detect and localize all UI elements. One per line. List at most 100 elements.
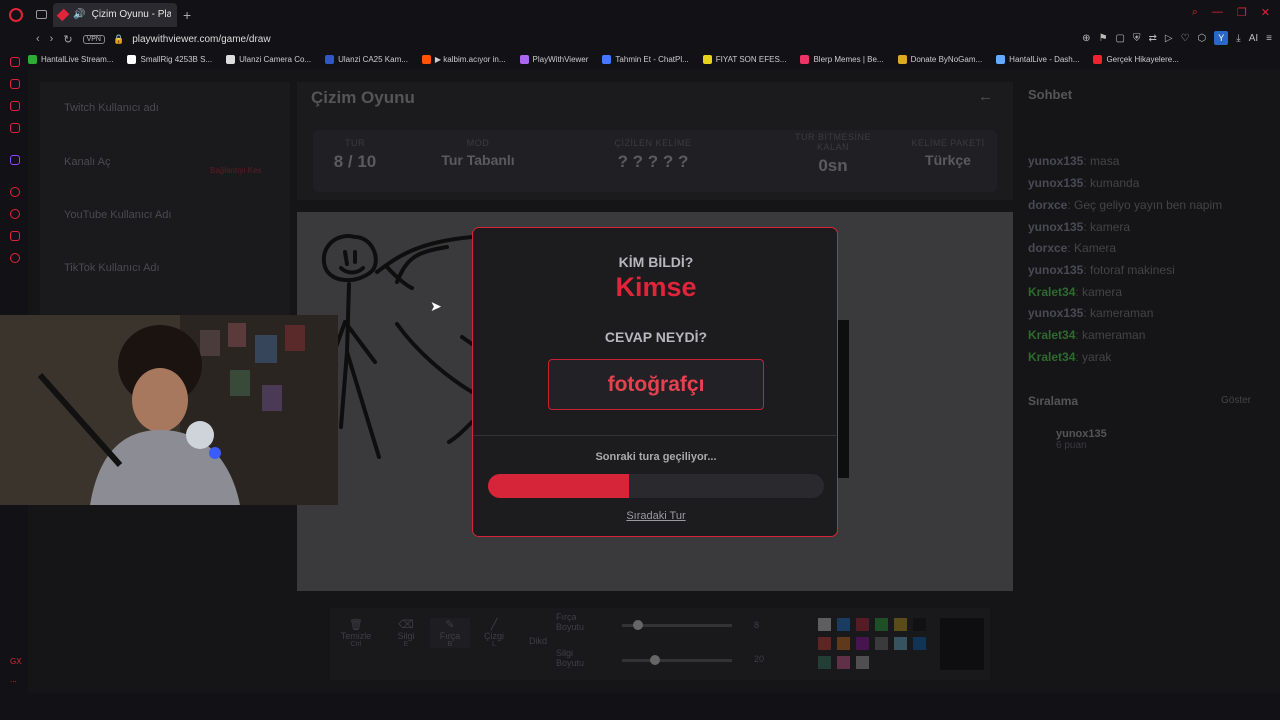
color-swatch[interactable]	[837, 656, 850, 669]
bookmark-item[interactable]: Donate ByNoGam...	[897, 54, 982, 64]
webcam-overlay	[0, 315, 338, 505]
extensions-icon[interactable]: ⬡	[1198, 33, 1207, 44]
bookmark-item[interactable]: FIYAT SON EFES...	[702, 54, 786, 64]
maximize-button[interactable]: ❐	[1237, 6, 1247, 19]
chat-title: Sohbet	[1028, 87, 1073, 102]
opera-logo-icon[interactable]	[9, 7, 23, 22]
bookmarks-bar: HantalLive Stream... SmallRig 4253B S...…	[28, 49, 1280, 69]
brush-size-label: Fırça Boyutu	[556, 612, 585, 632]
translate-icon[interactable]: ⇄	[1148, 33, 1156, 44]
bookmark-item[interactable]: PlayWithViewer	[519, 54, 588, 64]
speaker-icon[interactable]: 🔊	[73, 9, 85, 20]
channel-open-label[interactable]: Kanalı Aç	[64, 156, 110, 168]
bookmark-favicon-icon	[702, 54, 712, 64]
color-swatch[interactable]	[913, 637, 926, 650]
sidebar-player-icon[interactable]	[10, 187, 20, 197]
ai-button[interactable]: AI	[1249, 33, 1258, 44]
color-swatch[interactable]	[875, 637, 888, 650]
minimize-button[interactable]: —	[1212, 6, 1223, 19]
brush-tool[interactable]: ✎ Fırça B	[430, 618, 470, 648]
skip-round-link[interactable]: Sıradaki Tur	[473, 510, 839, 522]
status-bar	[0, 693, 1280, 720]
bookmark-item[interactable]: Gerçek Hikayelere...	[1093, 54, 1179, 64]
stroke-object	[395, 322, 474, 444]
zoom-icon[interactable]: ⊕	[1082, 33, 1090, 44]
brush-size-knob[interactable]	[633, 620, 643, 630]
color-swatch[interactable]	[913, 618, 926, 631]
workspaces-icon[interactable]	[36, 10, 47, 19]
new-tab-button[interactable]: +	[183, 7, 191, 23]
snapshot-icon[interactable]: ▢	[1116, 33, 1125, 44]
color-swatch[interactable]	[856, 656, 869, 669]
next-round-progress	[488, 474, 824, 498]
disconnect-link[interactable]: Bağlantıyı Kes	[210, 166, 262, 175]
chat-panel: Sohbet yunox135: masa yunox135: kumanda …	[1020, 82, 1275, 682]
shield-icon[interactable]: ⛨	[1133, 33, 1141, 44]
who-guessed-label: KİM BİLDİ?	[618, 254, 694, 270]
bookmark-item[interactable]: Blerp Memes | Be...	[800, 54, 884, 64]
heart-icon[interactable]: ♡	[1181, 33, 1190, 44]
line-tool[interactable]: ╱ Çizgi L	[474, 618, 514, 648]
bookmark-item[interactable]: SmallRig 4253B S...	[127, 54, 212, 64]
color-swatch[interactable]	[856, 618, 869, 631]
browser-tab[interactable]: 🔊 Çizim Oyunu - PlayWi	[53, 2, 177, 27]
chat-message: yunox135: masa	[1028, 154, 1120, 168]
back-icon[interactable]: ‹	[36, 33, 40, 45]
color-swatch[interactable]	[894, 637, 907, 650]
close-button[interactable]: ✕	[1261, 6, 1270, 19]
more-icon[interactable]: ...	[10, 675, 17, 684]
color-swatch[interactable]	[875, 618, 888, 631]
forward-icon[interactable]: ›	[50, 33, 54, 45]
next-round-text: Sonraki tura geçiliyor...	[595, 451, 717, 463]
bookmark-item[interactable]: Tahmin Et - ChatPl...	[602, 54, 689, 64]
sidebar-pin-icon[interactable]	[10, 231, 20, 241]
page-title: Çizim Oyunu	[311, 88, 415, 107]
bookmark-icon[interactable]: ⚑	[1099, 33, 1108, 44]
menu-icon[interactable]: ≡	[1266, 33, 1272, 44]
color-swatch[interactable]	[856, 637, 869, 650]
bookmark-item[interactable]: HantalLive Stream...	[28, 54, 113, 64]
tab-title: Çizim Oyunu - PlayWi	[91, 9, 171, 20]
sidebar-settings-icon[interactable]	[10, 253, 20, 263]
color-swatch[interactable]	[818, 656, 831, 669]
ranking-show-button[interactable]: Göster	[1221, 395, 1251, 406]
clear-tool[interactable]: 🗑 Temizle Ctrl	[336, 618, 376, 648]
brush-size-slider[interactable]	[622, 620, 732, 630]
color-swatch[interactable]	[837, 637, 850, 650]
vpn-badge[interactable]: VPN	[82, 34, 105, 44]
search-icon[interactable]: ⌕	[1192, 6, 1198, 19]
rectangle-tool[interactable]: Dikd	[518, 636, 558, 646]
eraser-size-slider[interactable]	[622, 655, 732, 665]
color-swatch[interactable]	[837, 618, 850, 631]
color-swatch[interactable]	[818, 637, 831, 650]
back-arrow-icon[interactable]: ←	[978, 88, 993, 105]
url-field[interactable]: playwithviewer.com/game/draw	[132, 34, 270, 45]
color-swatch[interactable]	[818, 618, 831, 631]
tiktok-username-label: TikTok Kullanıcı Adı	[64, 262, 160, 274]
chat-message: Kralet34: kamera	[1028, 285, 1123, 299]
sidebar-twitch-icon[interactable]	[10, 155, 20, 165]
gx-label[interactable]: GX	[10, 657, 22, 666]
stroke-face	[339, 250, 365, 275]
eraser-size-knob[interactable]	[649, 655, 660, 665]
sidebar-history-icon[interactable]	[10, 209, 20, 219]
bookmark-item[interactable]: HantalLive - Dash...	[996, 54, 1079, 64]
bookmark-item[interactable]: Ulanzi CA25 Kam...	[325, 54, 408, 64]
download-icon[interactable]: ⤓	[1236, 33, 1240, 44]
bookmark-item[interactable]: ▶ kalbim.acıyor in...	[421, 54, 506, 64]
eraser-tool[interactable]: ⌫ Silgi E	[386, 618, 426, 648]
profile-avatar[interactable]: Y	[1214, 31, 1229, 45]
sidebar-app-icon[interactable]	[10, 123, 20, 133]
bookmark-favicon-icon	[1093, 54, 1103, 64]
sidebar-aria-icon[interactable]	[10, 57, 20, 67]
play-icon[interactable]: ▷	[1165, 33, 1173, 44]
sidebar-messenger-icon[interactable]	[10, 79, 20, 89]
bookmark-item[interactable]: Ulanzi Camera Co...	[226, 54, 311, 64]
reload-icon[interactable]: ↻	[63, 33, 72, 46]
stroke-hand	[385, 245, 449, 290]
brush-icon: ✎	[445, 619, 455, 631]
sidebar-chat-icon[interactable]	[10, 101, 20, 111]
color-swatch[interactable]	[894, 618, 907, 631]
game-header: Çizim Oyunu ← TUR 8 / 10 MOD Tur Tabanlı…	[297, 82, 1013, 200]
progress-fill	[488, 474, 630, 498]
